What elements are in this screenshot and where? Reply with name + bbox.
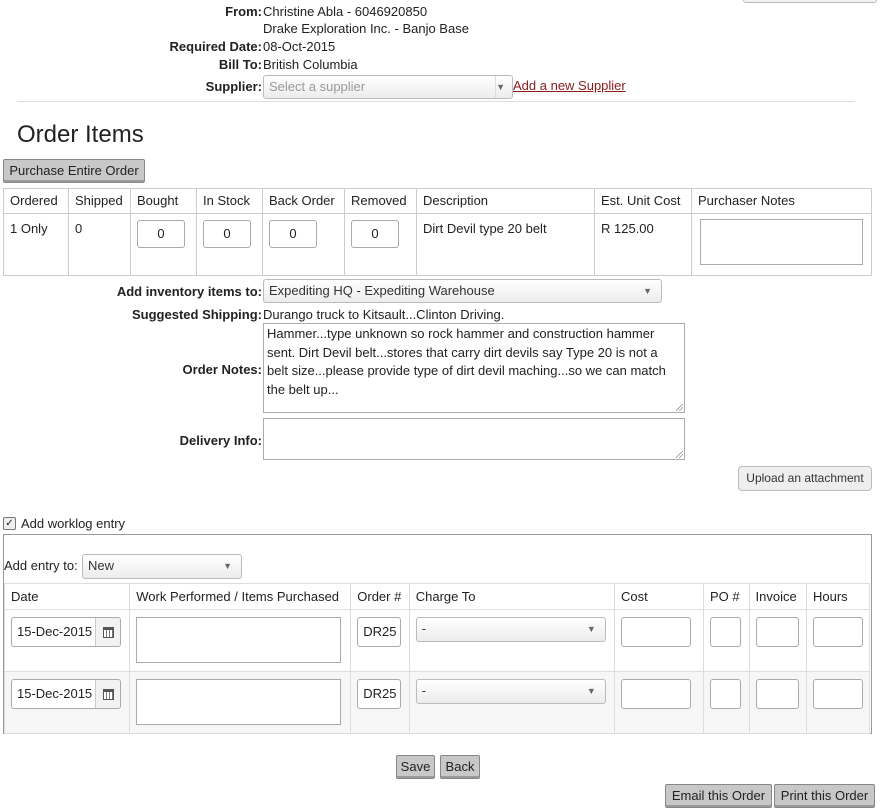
upload-attachment-button[interactable]: Upload an attachment	[738, 466, 872, 491]
inventory-value: Expediting HQ - Expediting Warehouse	[269, 283, 495, 298]
bill-to-value: British Columbia	[263, 57, 358, 72]
inventory-label: Add inventory items to:	[116, 284, 262, 299]
purchase-entire-order-button[interactable]: Purchase Entire Order	[3, 159, 145, 183]
order-number-input[interactable]: DR25	[357, 679, 402, 709]
hours-input[interactable]	[813, 679, 863, 709]
chevron-down-icon: ▼	[496, 82, 505, 92]
ordered-cell: 1 Only	[3, 213, 69, 276]
date-input[interactable]: 15-Dec-2015	[11, 617, 121, 647]
worklog-table: Date Work Performed / Items Purchased Or…	[3, 583, 870, 734]
entry-to-value: New	[88, 558, 115, 573]
col-description: Description	[416, 188, 595, 214]
col-charge-to: Charge To	[408, 583, 616, 610]
col-back-order: Back Order	[262, 188, 345, 214]
add-supplier-link[interactable]: Add a new Supplier	[513, 78, 626, 93]
calendar-icon[interactable]	[95, 680, 120, 708]
hours-input[interactable]	[813, 617, 863, 647]
invoice-input[interactable]	[755, 679, 799, 709]
col-work-performed: Work Performed / Items Purchased	[129, 583, 352, 610]
cost-input[interactable]	[621, 679, 691, 709]
col-po-number: PO #	[703, 583, 750, 610]
calendar-icon[interactable]	[95, 618, 120, 646]
col-purchaser-notes: Purchaser Notes	[691, 188, 872, 214]
charge-to-select[interactable]: - ▼	[415, 617, 606, 642]
removed-input[interactable]: 0	[351, 220, 399, 248]
date-input[interactable]: 15-Dec-2015	[11, 679, 121, 709]
invoice-input[interactable]	[755, 617, 799, 647]
col-removed: Removed	[344, 188, 417, 214]
col-unit-cost: Est. Unit Cost	[594, 188, 692, 214]
shipped-cell: 0	[68, 213, 131, 276]
col-cost: Cost	[614, 583, 704, 610]
divider	[17, 101, 855, 102]
order-notes-textarea[interactable]: Hammer...type unknown so rock hammer and…	[263, 323, 685, 413]
col-shipped: Shipped	[68, 188, 131, 214]
bill-to-label: Bill To:	[218, 57, 262, 72]
order-items-title: Order Items	[17, 121, 144, 148]
order-notes-label: Order Notes:	[182, 362, 262, 377]
chevron-down-icon: ▼	[586, 624, 596, 634]
bought-input[interactable]: 0	[137, 220, 185, 248]
charge-to-select[interactable]: - ▼	[415, 679, 606, 704]
top-button[interactable]	[743, 0, 877, 3]
order-notes-text: Hammer...type unknown so rock hammer and…	[267, 326, 666, 397]
col-date: Date	[3, 583, 131, 610]
order-items-header-row: Ordered Shipped Bought In Stock Back Ord…	[3, 188, 872, 214]
required-date-value: 08-Oct-2015	[263, 39, 336, 54]
back-button[interactable]: Back	[440, 755, 480, 779]
work-performed-textarea[interactable]	[136, 617, 342, 663]
col-hours: Hours	[806, 583, 870, 610]
shipping-value: Durango truck to Kitsault...Clinton Driv…	[263, 307, 505, 322]
purchaser-notes-textarea[interactable]	[700, 219, 863, 265]
resize-grip-icon	[676, 404, 683, 411]
col-in-stock: In Stock	[196, 188, 263, 214]
work-performed-textarea[interactable]	[136, 679, 342, 725]
table-row: 15-Dec-2015 DR25 - ▼	[3, 671, 870, 734]
worklog-header-row: Date Work Performed / Items Purchased Or…	[3, 583, 870, 610]
worklog-checkbox-label: Add worklog entry	[21, 516, 126, 531]
email-order-button[interactable]: Email this Order	[665, 784, 772, 808]
chevron-down-icon: ▼	[586, 686, 596, 696]
col-bought: Bought	[130, 188, 197, 214]
inventory-select[interactable]: Expediting HQ - Expediting Warehouse ▼	[263, 279, 662, 303]
cost-input[interactable]	[621, 617, 691, 647]
unit-cost-cell: R 125.00	[594, 213, 692, 276]
chevron-down-icon: ▼	[223, 561, 232, 571]
col-order-number: Order #	[350, 583, 410, 610]
delivery-info-textarea[interactable]	[263, 418, 685, 460]
order-number-input[interactable]: DR25	[357, 617, 402, 647]
supplier-placeholder: Select a supplier	[269, 79, 366, 94]
supplier-select[interactable]: Select a supplier ▼	[263, 75, 513, 99]
required-date-label: Required Date:	[169, 39, 262, 54]
resize-grip-icon	[676, 451, 683, 458]
checkbox-checked-icon[interactable]: ✓	[3, 517, 16, 530]
supplier-label: Supplier:	[205, 79, 262, 94]
entry-to-label: Add entry to:	[4, 558, 78, 573]
po-number-input[interactable]	[710, 679, 741, 709]
col-invoice: Invoice	[748, 583, 807, 610]
shipping-label: Suggested Shipping:	[132, 307, 262, 322]
col-ordered: Ordered	[3, 188, 69, 214]
from-label: From:	[225, 4, 262, 19]
back-order-input[interactable]: 0	[269, 220, 317, 248]
chevron-down-icon: ▼	[643, 286, 652, 296]
po-number-input[interactable]	[710, 617, 741, 647]
print-order-button[interactable]: Print this Order	[774, 784, 875, 808]
from-name: Christine Abla - 6046920850	[263, 4, 428, 19]
worklog-toggle[interactable]: ✓ Add worklog entry	[3, 516, 125, 531]
description-cell: Dirt Devil type 20 belt	[416, 213, 595, 276]
delivery-info-label: Delivery Info:	[179, 433, 262, 448]
from-company: Drake Exploration Inc. - Banjo Base	[263, 21, 469, 36]
in-stock-input[interactable]: 0	[203, 220, 251, 248]
table-row: 15-Dec-2015 DR25 - ▼	[3, 609, 870, 672]
entry-to-select[interactable]: New ▼	[82, 554, 242, 579]
save-button[interactable]: Save	[396, 755, 435, 779]
